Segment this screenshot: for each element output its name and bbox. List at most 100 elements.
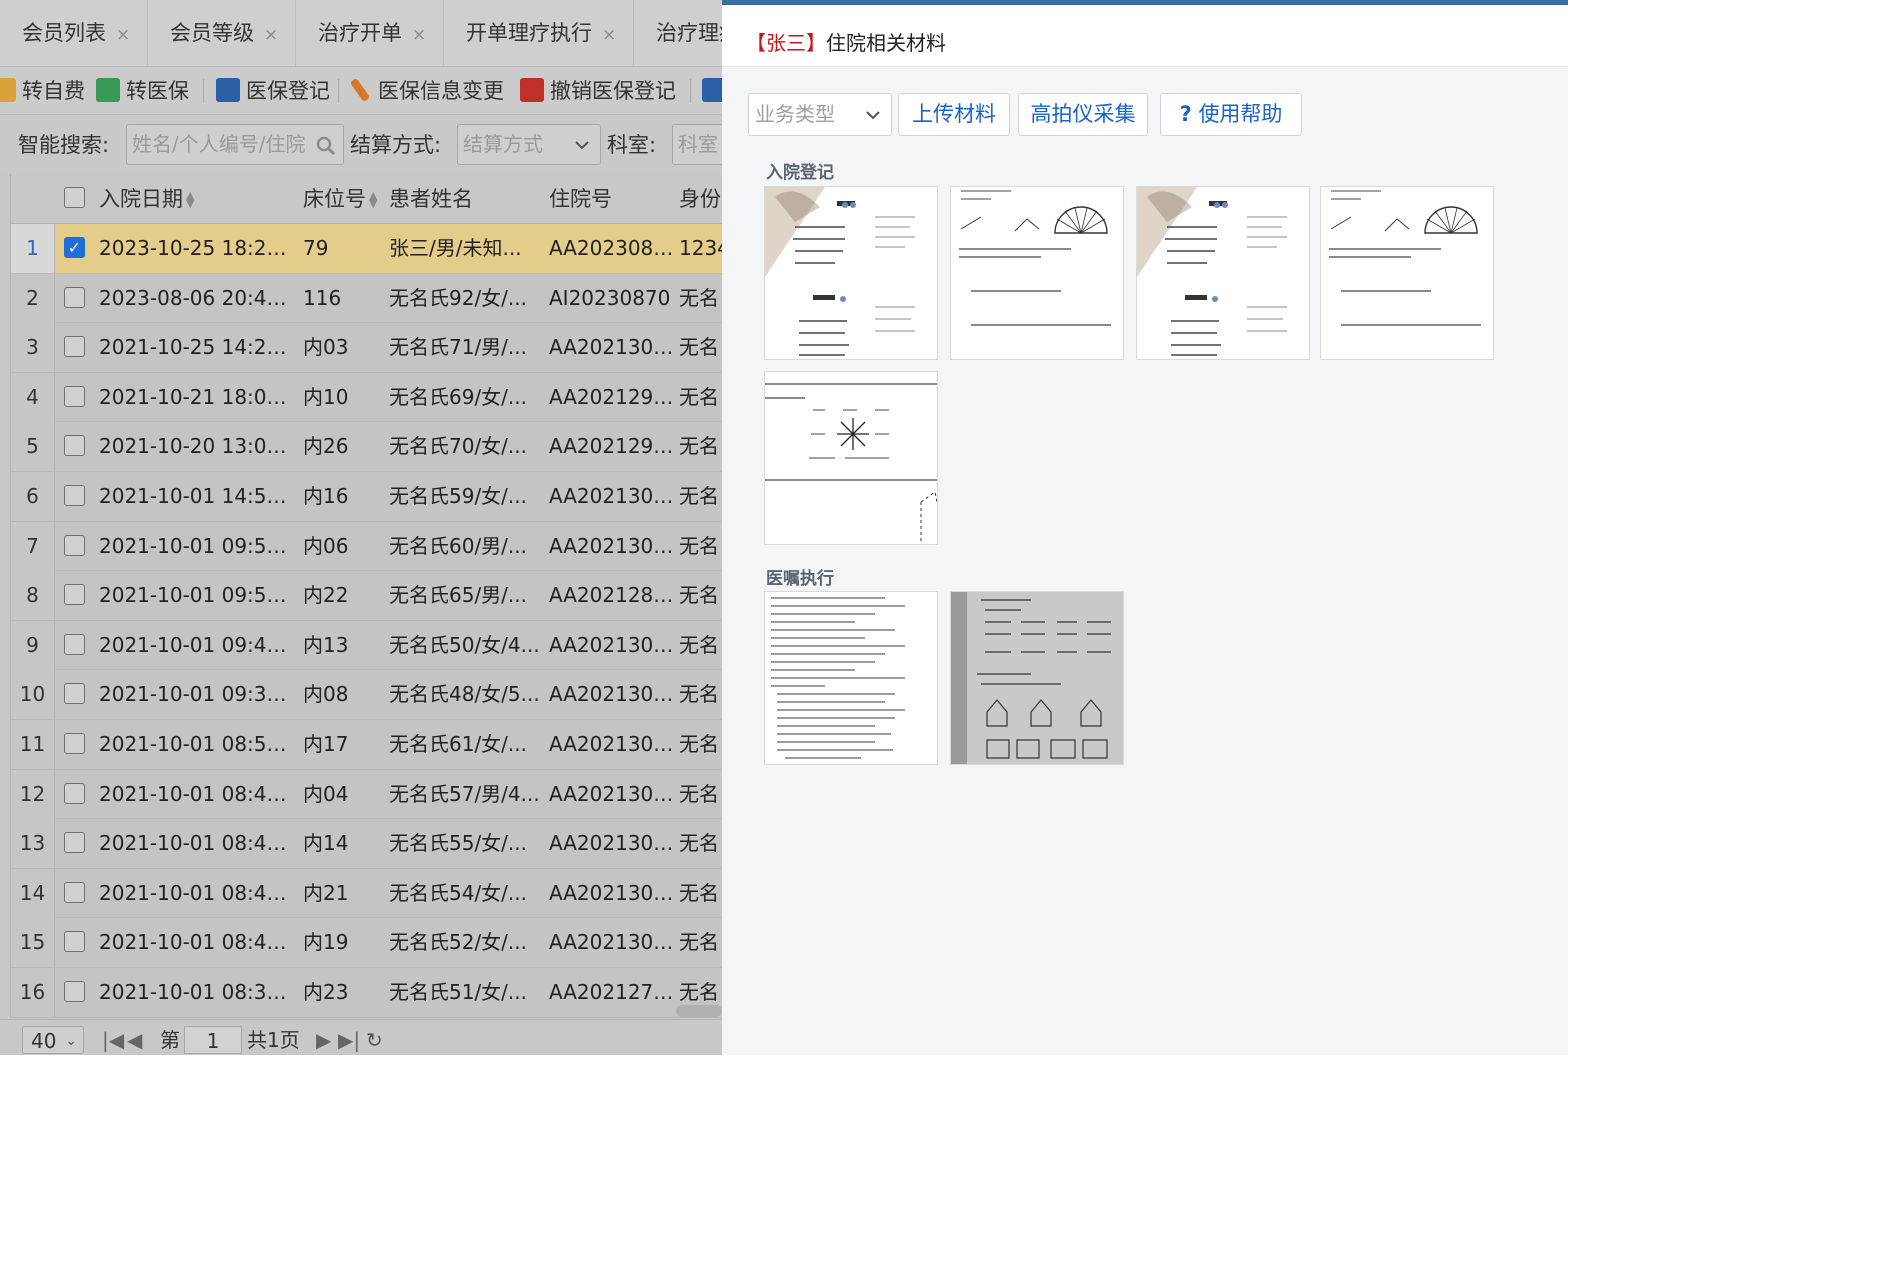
table-row[interactable]: 2 2023-08-06 20:40:00 116 无名氏92/女/... AI2023… bbox=[11, 273, 722, 324]
cell-inpatient-no: AA20213054 bbox=[549, 732, 675, 756]
table-row[interactable]: 16 2021-10-01 08:37:30 内23 无名氏51/女/... AA202… bbox=[11, 968, 722, 1018]
table-row[interactable]: 3 2021-10-25 14:27:05 内03 无名氏71/男/... AA2021… bbox=[11, 323, 722, 373]
row-checkbox[interactable] bbox=[64, 485, 85, 506]
tab-close-icon[interactable]: × bbox=[116, 25, 130, 45]
page-number-input[interactable]: 1 bbox=[184, 1026, 242, 1054]
insurance-register-button[interactable]: 医保登记 bbox=[216, 76, 330, 106]
help-button[interactable]: ? 使用帮助 bbox=[1160, 93, 1302, 136]
cell-admission-date: 2021-10-01 09:39:49 bbox=[99, 682, 299, 707]
tab-physio-execution[interactable]: 开单理疗执行 × bbox=[444, 0, 634, 66]
first-page-icon[interactable]: |◀ bbox=[102, 1026, 124, 1054]
last-page-icon[interactable]: ▶| bbox=[338, 1026, 360, 1054]
table-row[interactable]: 6 2021-10-01 14:53:36 内16 无名氏59/女/... AA2021… bbox=[11, 472, 722, 522]
row-checkbox[interactable] bbox=[64, 584, 85, 606]
table-row[interactable]: 9 2021-10-01 09:41:42 内13 无名氏50/女/4... AA202… bbox=[11, 620, 722, 671]
tab-close-icon[interactable]: × bbox=[602, 25, 616, 45]
settle-select[interactable]: 结算方式 bbox=[457, 124, 601, 165]
tab-close-icon[interactable]: × bbox=[264, 25, 278, 45]
row-number: 2 bbox=[11, 273, 55, 323]
insurance-change-button[interactable]: 医保信息变更 bbox=[348, 76, 504, 106]
row-checkbox[interactable] bbox=[64, 286, 85, 308]
table-row[interactable]: 8 2021-10-01 09:53:54 内22 无名氏65/男/... AA2021… bbox=[11, 571, 722, 621]
table-row[interactable]: 14 2021-10-01 08:47:00 内21 无名氏54/女/... AA202… bbox=[11, 868, 722, 919]
upload-material-button[interactable]: 上传材料 bbox=[898, 93, 1010, 136]
to-insurance-button[interactable]: 转医保 bbox=[96, 76, 189, 106]
cell-inpatient-no: AA20212999 bbox=[549, 384, 675, 409]
material-thumbnail[interactable] bbox=[764, 591, 938, 765]
cell-bed: 内17 bbox=[303, 732, 349, 756]
cell-bed: 内23 bbox=[303, 980, 349, 1004]
material-thumbnail[interactable] bbox=[1320, 186, 1494, 360]
page-size-select[interactable]: 40 ⌄ bbox=[22, 1026, 84, 1054]
header-bed[interactable]: 床位号 ▲ ▼ bbox=[303, 174, 377, 224]
row-checkbox[interactable] bbox=[64, 633, 85, 655]
table-row[interactable]: 4 2021-10-21 18:04:03 内10 无名氏69/女/... AA2021… bbox=[11, 372, 722, 423]
header-patient-name[interactable]: 患者姓名 bbox=[389, 174, 473, 224]
horizontal-scrollbar[interactable] bbox=[676, 1005, 722, 1017]
document-image bbox=[951, 187, 1123, 359]
document-image bbox=[1321, 187, 1493, 359]
header-inpatient-no[interactable]: 住院号 bbox=[549, 174, 612, 224]
search-icon[interactable] bbox=[315, 135, 337, 157]
tab-treatment-physio[interactable]: 治疗理疗 bbox=[634, 0, 722, 66]
question-icon: ? bbox=[1179, 102, 1192, 126]
cell-patient-name: 张三/男/未知... bbox=[389, 236, 522, 260]
tab-treatment-order[interactable]: 治疗开单 × bbox=[296, 0, 444, 66]
next-page-icon[interactable]: ▶ bbox=[316, 1026, 331, 1054]
table-row[interactable]: 5 2021-10-20 13:00:55 内26 无名氏70/女/... AA2021… bbox=[11, 422, 722, 472]
more-toolbar-button[interactable] bbox=[702, 76, 722, 106]
patient-name-tag: 【张三】 bbox=[746, 31, 826, 55]
table-row[interactable]: 15 2021-10-01 08:44:58 内19 无名氏52/女/... AA202… bbox=[11, 918, 722, 968]
table-row[interactable]: 13 2021-10-01 08:48:00 内14 无名氏55/女/... AA202… bbox=[11, 819, 722, 869]
row-checkbox[interactable] bbox=[64, 832, 85, 854]
row-checkbox[interactable] bbox=[64, 336, 85, 358]
tab-member-list[interactable]: 会员列表 × bbox=[0, 0, 148, 66]
row-checkbox[interactable] bbox=[64, 683, 85, 705]
document-image bbox=[765, 372, 937, 544]
prev-page-icon[interactable]: ◀ bbox=[127, 1026, 142, 1054]
cancel-insurance-button[interactable]: 撤销医保登记 bbox=[520, 76, 676, 106]
scanner-capture-button[interactable]: 高拍仪采集 bbox=[1018, 93, 1148, 136]
header-identity[interactable]: 身份 bbox=[679, 174, 721, 224]
row-checkbox[interactable] bbox=[64, 981, 85, 1002]
table-row[interactable]: 10 2021-10-01 09:39:49 内08 无名氏48/女/5... AA20… bbox=[11, 670, 722, 720]
business-type-select[interactable]: 业务类型 bbox=[748, 93, 892, 136]
row-checkbox[interactable] bbox=[64, 881, 85, 903]
tab-member-level[interactable]: 会员等级 × bbox=[148, 0, 296, 66]
row-checkbox[interactable] bbox=[64, 782, 85, 804]
cell-inpatient-no: AA20213048 bbox=[549, 880, 675, 905]
material-thumbnail[interactable] bbox=[950, 186, 1124, 360]
row-checkbox[interactable] bbox=[64, 534, 85, 556]
row-checkbox[interactable] bbox=[64, 931, 85, 953]
cell-bed: 内10 bbox=[303, 384, 349, 409]
help-label: 使用帮助 bbox=[1198, 102, 1283, 126]
row-checkbox[interactable] bbox=[64, 435, 85, 457]
self-pay-button[interactable]: 转自费 bbox=[0, 76, 85, 106]
refresh-icon[interactable]: ↻ bbox=[366, 1026, 383, 1054]
select-all-checkbox[interactable] bbox=[64, 187, 85, 208]
row-checkbox[interactable]: ✓ bbox=[64, 237, 85, 258]
tab-close-icon[interactable]: × bbox=[412, 25, 426, 45]
cell-identity: 无名 bbox=[679, 930, 719, 955]
row-number: 9 bbox=[11, 620, 55, 670]
row-checkbox[interactable] bbox=[64, 385, 85, 407]
cell-identity: 无名 bbox=[679, 484, 719, 508]
search-input[interactable]: 姓名/个人编号/住院 bbox=[126, 124, 344, 165]
table-row[interactable]: 7 2021-10-01 09:56:44 内06 无名氏60/男/... AA2021… bbox=[11, 521, 722, 572]
cell-inpatient-no: AA20213046 bbox=[549, 632, 675, 657]
material-thumbnail[interactable] bbox=[764, 186, 938, 360]
table-row[interactable]: 1 ✓ 2023-10-25 18:23:03 79 张三/男/未知... AA20230… bbox=[11, 224, 722, 274]
table-row[interactable]: 11 2021-10-01 08:57:57 内17 无名氏61/女/... AA202… bbox=[11, 720, 722, 770]
material-thumbnail[interactable] bbox=[764, 371, 938, 545]
row-number: 12 bbox=[11, 769, 55, 819]
material-thumbnail[interactable] bbox=[950, 591, 1124, 765]
row-number: 8 bbox=[11, 571, 55, 621]
cell-admission-date: 2021-10-01 09:56:44 bbox=[99, 533, 299, 558]
table-row[interactable]: 12 2021-10-01 08:49:33 内04 无名氏57/男/4... AA20… bbox=[11, 769, 722, 820]
cell-bed: 内22 bbox=[303, 583, 349, 608]
cell-admission-date: 2021-10-20 13:00:55 bbox=[99, 434, 299, 459]
dept-select[interactable]: 科室 bbox=[672, 124, 722, 165]
row-checkbox[interactable] bbox=[64, 733, 85, 754]
material-thumbnail[interactable] bbox=[1136, 186, 1310, 360]
header-admission-date[interactable]: 入院日期 ▲ ▼ bbox=[99, 174, 194, 224]
